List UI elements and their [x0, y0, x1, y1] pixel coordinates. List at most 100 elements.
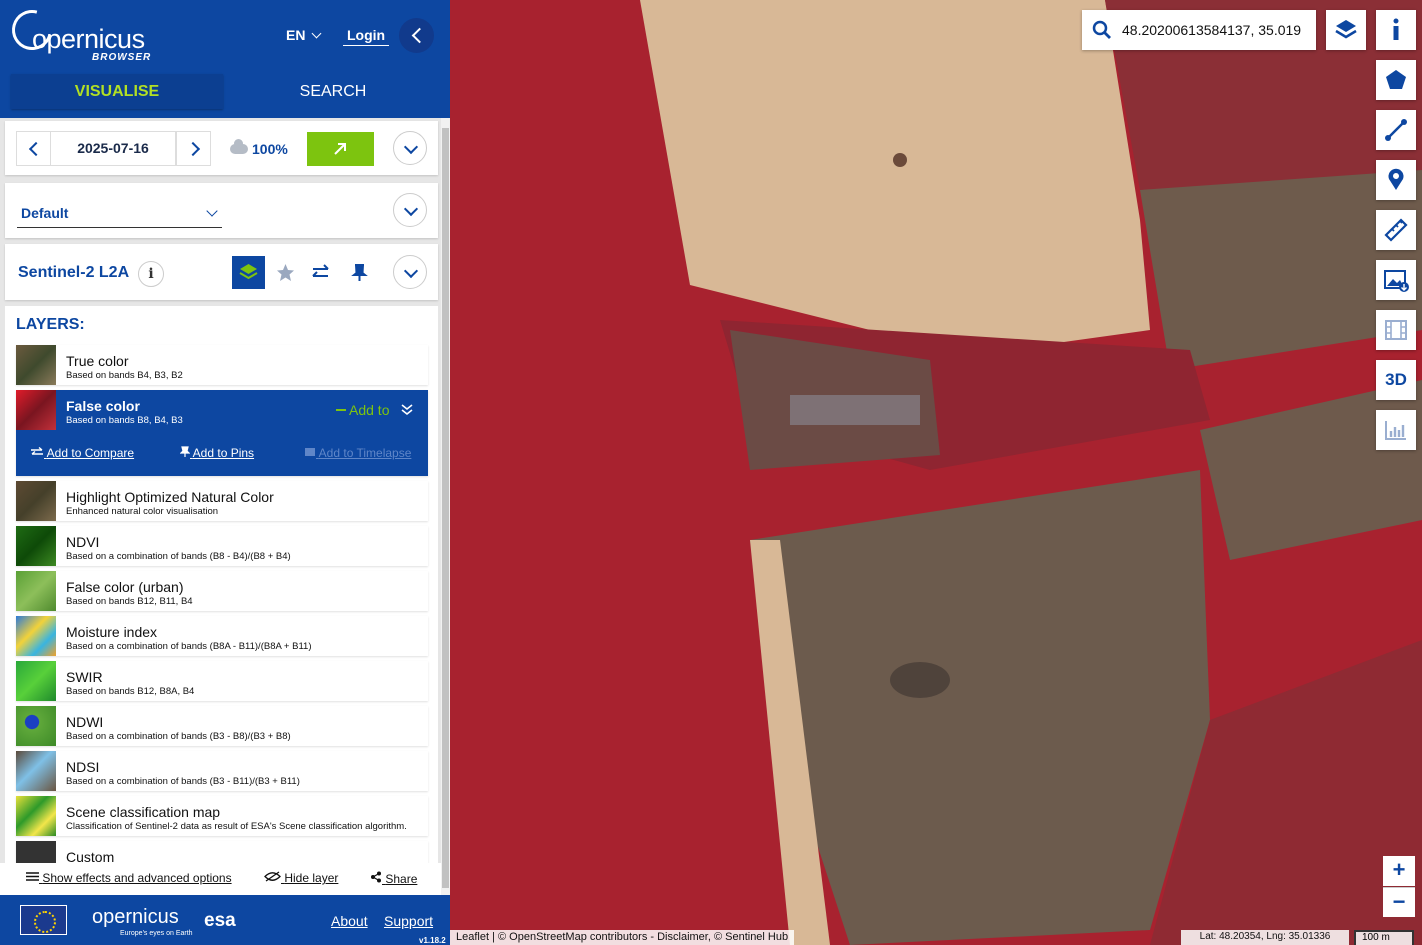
layer-false-color-urban[interactable]: False color (urban) Based on bands B12, …	[16, 571, 428, 611]
next-date-button[interactable]	[176, 131, 211, 166]
cloud-coverage[interactable]: 100%	[230, 139, 288, 157]
date-expand-button[interactable]	[393, 131, 427, 165]
sidebar-panel: opernicus BROWSER EN Login VISUALISE SEA…	[0, 0, 450, 945]
layer-thumbnail	[16, 796, 56, 836]
bar-chart-icon	[1385, 421, 1406, 440]
compare-button[interactable]	[304, 256, 337, 289]
layer-moisture-index[interactable]: Moisture index Based on a combination of…	[16, 616, 428, 656]
login-link[interactable]: Login	[343, 27, 390, 46]
star-icon	[277, 264, 294, 281]
date-card: 2025-07-16 100%	[5, 121, 438, 175]
map-scale: 100 m	[1354, 930, 1414, 945]
show-effects-link[interactable]: Show effects and advanced options	[26, 871, 232, 885]
collection-expand-button[interactable]	[393, 255, 427, 289]
favorite-button[interactable]	[269, 256, 302, 289]
measure-button[interactable]	[1376, 210, 1416, 250]
sidebar-header: opernicus BROWSER EN Login VISUALISE SEA…	[0, 0, 450, 118]
collection-info-icon[interactable]: i	[138, 261, 164, 287]
add-to-timelapse-link[interactable]: Add to Timelapse	[304, 446, 411, 460]
layer-custom[interactable]: Custom	[16, 841, 428, 865]
previous-date-button[interactable]	[16, 131, 51, 166]
date-picker[interactable]: 2025-07-16	[50, 131, 176, 166]
layer-ndwi[interactable]: NDWI Based on a combination of bands (B3…	[16, 706, 428, 746]
timelapse-button[interactable]	[1376, 310, 1416, 350]
arrow-up-right-icon	[334, 143, 346, 155]
compare-arrows-icon	[312, 264, 329, 277]
layer-options-bar: Show effects and advanced options Hide l…	[0, 863, 450, 895]
layer-thumbnail	[16, 841, 56, 865]
go-to-tile-button[interactable]	[307, 132, 374, 166]
polyline-icon	[1385, 119, 1407, 141]
layer-scene-classification[interactable]: Scene classification map Classification …	[16, 796, 428, 836]
sliders-icon	[26, 872, 39, 881]
minus-icon	[336, 409, 346, 411]
layer-swir[interactable]: SWIR Based on bands B12, B8A, B4	[16, 661, 428, 701]
film-icon	[1385, 320, 1407, 340]
map-layers-button[interactable]	[1326, 10, 1366, 50]
collection-card: Sentinel-2 L2A i	[5, 244, 438, 300]
collapse-panel-button[interactable]	[399, 18, 434, 53]
pentagon-icon	[1386, 70, 1406, 89]
pin-button[interactable]	[343, 256, 376, 289]
theme-expand-button[interactable]	[393, 193, 427, 227]
ruler-icon	[1384, 218, 1408, 242]
eu-flag-logo	[20, 905, 67, 935]
about-link[interactable]: About	[331, 913, 368, 929]
film-icon	[305, 448, 315, 456]
share-link[interactable]: Share	[370, 871, 417, 886]
info-button[interactable]	[1376, 10, 1416, 50]
collection-name: Sentinel-2 L2A	[18, 264, 130, 281]
zoom-out-button[interactable]: −	[1383, 887, 1415, 917]
hide-layer-link[interactable]: Hide layer	[264, 871, 338, 885]
search-icon	[1092, 20, 1111, 39]
layer-thumbnail	[16, 345, 56, 385]
cursor-coordinates: Lat: 48.20354, Lng: 35.01336	[1181, 930, 1349, 945]
esa-logo: esa	[204, 910, 236, 931]
place-marker-button[interactable]	[1376, 160, 1416, 200]
add-to-compare-link[interactable]: Add to Compare	[30, 446, 134, 460]
pin-icon	[179, 446, 191, 457]
draw-polygon-button[interactable]	[1376, 60, 1416, 100]
map-search-input[interactable]: 48.20200613584137, 35.019	[1082, 10, 1316, 50]
chevron-down-icon	[206, 205, 218, 217]
layer-ndvi[interactable]: NDVI Based on a combination of bands (B8…	[16, 526, 428, 566]
pin-icon	[351, 264, 368, 281]
map-marker-icon	[1388, 168, 1404, 190]
theme-select[interactable]: Default	[17, 201, 222, 228]
copernicus-logo: opernicus Europe's eyes on Earth	[92, 906, 193, 937]
layers-icon	[239, 264, 258, 280]
statistics-button[interactable]	[1376, 410, 1416, 450]
download-image-button[interactable]	[1376, 260, 1416, 300]
map-attribution: Leaflet | © OpenStreetMap contributors -…	[450, 930, 795, 945]
support-link[interactable]: Support	[384, 913, 433, 929]
layer-highlight-optimized[interactable]: Highlight Optimized Natural Color Enhanc…	[16, 481, 428, 521]
layer-true-color[interactable]: True color Based on bands B4, B3, B2	[16, 345, 428, 385]
layer-ndsi[interactable]: NDSI Based on a combination of bands (B3…	[16, 751, 428, 791]
layer-thumbnail	[16, 526, 56, 566]
draw-line-button[interactable]	[1376, 110, 1416, 150]
info-icon	[1393, 18, 1399, 40]
3d-view-button[interactable]: 3D	[1376, 360, 1416, 400]
sidebar-scrollbar[interactable]	[441, 118, 450, 895]
language-selector[interactable]: EN	[286, 27, 322, 43]
layers-tool-button[interactable]	[232, 256, 265, 289]
theme-card: Default	[5, 183, 438, 238]
layer-thumbnail	[16, 661, 56, 701]
eye-off-icon	[264, 871, 281, 882]
scrollbar-thumb[interactable]	[442, 128, 449, 888]
layer-false-color[interactable]: False color Based on bands B8, B4, B3 Ad…	[16, 390, 428, 476]
zoom-in-button[interactable]: +	[1383, 856, 1415, 886]
add-to-button[interactable]: Add to	[336, 402, 389, 418]
tab-search[interactable]: SEARCH	[227, 74, 439, 109]
layer-thumbnail	[16, 751, 56, 791]
layer-thumbnail	[16, 571, 56, 611]
share-icon	[371, 871, 381, 883]
double-chevron-down-icon[interactable]	[401, 404, 413, 416]
layers-title: LAYERS:	[16, 316, 85, 333]
map-view[interactable]	[450, 0, 1422, 945]
tab-visualise[interactable]: VISUALISE	[11, 74, 223, 109]
cloud-icon	[230, 139, 248, 154]
satellite-imagery	[450, 0, 1422, 945]
add-to-pins-link[interactable]: Add to Pins	[179, 446, 254, 460]
layer-thumbnail	[16, 706, 56, 746]
